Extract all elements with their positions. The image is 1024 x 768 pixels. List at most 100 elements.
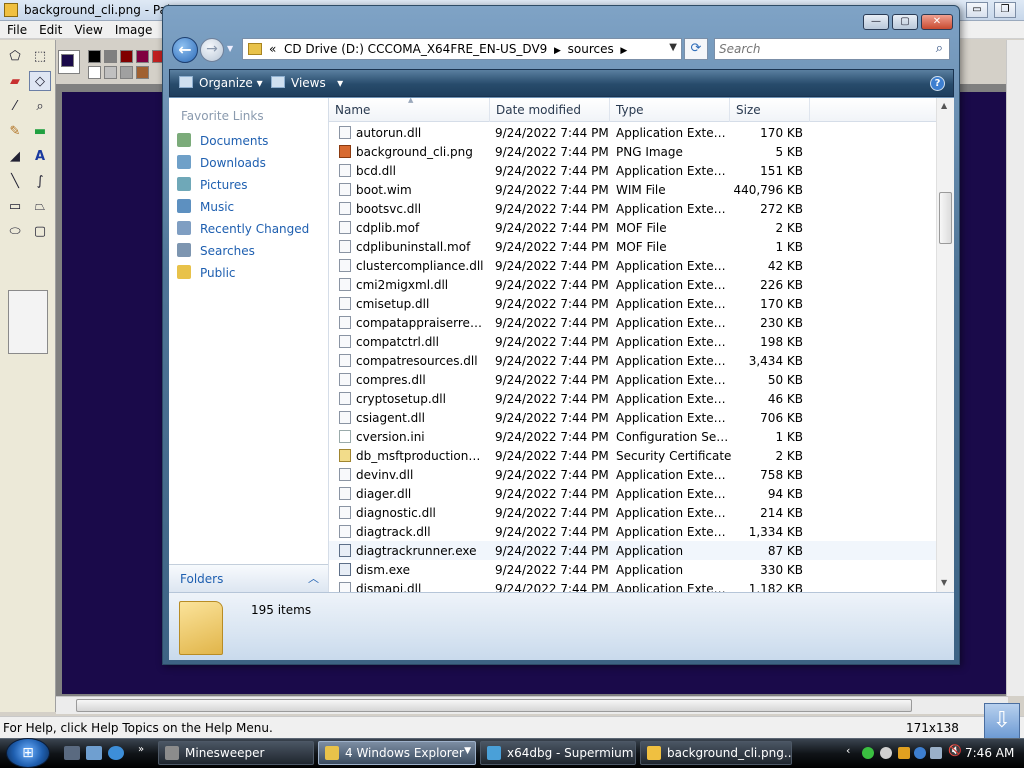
file-row[interactable]: bcd.dll 9/24/2022 7:44 PM Application Exte… — [329, 161, 936, 180]
magnifier-icon[interactable]: ⌕ — [29, 96, 51, 116]
info-icon[interactable] — [914, 747, 926, 759]
file-row[interactable]: compres.dll 9/24/2022 7:44 PM Application … — [329, 370, 936, 389]
line-icon[interactable]: ╲ — [4, 171, 26, 191]
internet-explorer-icon[interactable] — [108, 746, 124, 760]
palette-swatch[interactable] — [120, 50, 133, 63]
palette-swatch[interactable] — [104, 50, 117, 63]
close-button[interactable]: ✕ — [921, 14, 953, 30]
file-list-scroll-thumb[interactable] — [939, 192, 952, 244]
paint-restore-button[interactable]: ❐ — [994, 2, 1016, 18]
volume-muted-icon[interactable]: 🔇 — [948, 744, 962, 757]
airbrush-icon[interactable]: ◢ — [4, 146, 26, 166]
file-row[interactable]: background_cli.png 9/24/2022 7:44 PM PNG I… — [329, 142, 936, 161]
file-row[interactable]: dism.exe 9/24/2022 7:44 PM Application 330 … — [329, 560, 936, 579]
eraser-icon[interactable]: ▰ — [4, 71, 26, 91]
text-tool-icon[interactable]: A — [29, 146, 51, 166]
paint-menu-image[interactable]: Image — [108, 21, 158, 37]
refresh-icon[interactable]: ⟳ — [684, 38, 708, 60]
maximize-button[interactable]: ▢ — [892, 14, 918, 30]
fav-link-pictures[interactable]: Pictures — [177, 177, 327, 197]
column-header-name[interactable]: Name ▲ — [329, 98, 490, 122]
security-shield-icon[interactable] — [898, 747, 910, 759]
file-row[interactable]: csiagent.dll 9/24/2022 7:44 PM Application… — [329, 408, 936, 427]
paint-minimize-button[interactable]: ▭ — [966, 2, 988, 18]
paint-hscroll-thumb[interactable] — [76, 699, 912, 712]
show-desktop-icon[interactable] — [64, 746, 80, 760]
taskbar-button[interactable]: background_cli.png... — [640, 741, 792, 765]
search-input[interactable] — [719, 41, 919, 57]
file-row[interactable]: diagnostic.dll 9/24/2022 7:44 PM Applicati… — [329, 503, 936, 522]
paint-menu-view[interactable]: View — [67, 21, 107, 37]
rounded-rect-icon[interactable]: ▢ — [29, 221, 51, 241]
breadcrumb-drive[interactable]: CD Drive (D:) CCCOMA_X64FRE_EN-US_DV9 — [284, 42, 547, 56]
search-box[interactable]: ⌕ — [714, 38, 950, 60]
file-row[interactable]: cdplib.mof 9/24/2022 7:44 PM MOF File 2 KB — [329, 218, 936, 237]
breadcrumb-separator-icon[interactable]: ▶ — [551, 46, 564, 56]
palette-swatch[interactable] — [88, 66, 101, 79]
breadcrumb-overflow[interactable]: « — [269, 42, 276, 56]
file-row[interactable]: cversion.ini 9/24/2022 7:44 PM Configurati… — [329, 427, 936, 446]
fill-icon[interactable]: ◇ — [29, 71, 51, 91]
file-row[interactable]: compatappraiserresou... 9/24/2022 7:44 PM… — [329, 313, 936, 332]
scroll-down-icon[interactable]: ▼ — [941, 578, 947, 587]
task-group-dropdown-icon[interactable]: ▼ — [464, 746, 471, 756]
folders-toggle[interactable]: Folders ︿ — [169, 564, 328, 592]
file-row[interactable]: boot.wim 9/24/2022 7:44 PM WIM File 440,796… — [329, 180, 936, 199]
organize-button[interactable]: Organize ▾ — [179, 76, 263, 90]
paint-menu-edit[interactable]: Edit — [32, 21, 67, 37]
paint-menu-file[interactable]: File — [0, 21, 32, 37]
palette-swatch[interactable] — [120, 66, 133, 79]
forward-arrow-icon[interactable]: → — [200, 38, 224, 62]
column-header-type[interactable]: Type — [610, 98, 730, 122]
pencil-icon[interactable]: ✎ — [4, 121, 26, 141]
palette-swatch[interactable] — [104, 66, 117, 79]
search-icon[interactable]: ⌕ — [936, 41, 943, 56]
file-row[interactable]: bootsvc.dll 9/24/2022 7:44 PM Application … — [329, 199, 936, 218]
file-row[interactable]: compatctrl.dll 9/24/2022 7:44 PM Applicati… — [329, 332, 936, 351]
file-row[interactable]: diager.dll 9/24/2022 7:44 PM Application E… — [329, 484, 936, 503]
foreground-color-swatch[interactable] — [61, 54, 74, 67]
minimize-button[interactable]: — — [863, 14, 889, 30]
palette-swatch[interactable] — [136, 66, 149, 79]
back-arrow-icon[interactable]: ← — [172, 37, 198, 63]
help-icon[interactable]: ? — [930, 76, 945, 91]
fav-link-downloads[interactable]: Downloads — [177, 155, 327, 175]
fav-link-documents[interactable]: Documents — [177, 133, 327, 153]
fav-link-public[interactable]: Public — [177, 265, 327, 285]
views-button[interactable]: Views ▾ — [271, 76, 343, 90]
rect-select-icon[interactable]: ⬚ — [29, 46, 51, 66]
breadcrumb-separator-icon[interactable]: ▶ — [618, 46, 627, 56]
chevron-up-icon[interactable]: ︿ — [308, 570, 319, 586]
tray-expand-chevron-icon[interactable]: ‹ — [846, 744, 858, 757]
file-row[interactable]: clustercompliance.dll 9/24/2022 7:44 PM Ap… — [329, 256, 936, 275]
file-row[interactable]: cmisetup.dll 9/24/2022 7:44 PM Application… — [329, 294, 936, 313]
paint-horizontal-scrollbar[interactable] — [56, 696, 1008, 714]
file-row[interactable]: autorun.dll 9/24/2022 7:44 PM Application … — [329, 123, 936, 142]
ellipse-icon[interactable]: ⬭ — [4, 221, 26, 241]
column-header-size[interactable]: Size — [730, 98, 810, 122]
scroll-up-icon[interactable]: ▲ — [941, 101, 947, 110]
column-header-date[interactable]: Date modified — [490, 98, 610, 122]
file-row[interactable]: cmi2migxml.dll 9/24/2022 7:44 PM Applicati… — [329, 275, 936, 294]
address-bar[interactable]: « CD Drive (D:) CCCOMA_X64FRE_EN-US_DV9 … — [242, 38, 682, 60]
taskbar-button[interactable]: Minesweeper — [158, 741, 314, 765]
file-row[interactable]: devinv.dll 9/24/2022 7:44 PM Application E… — [329, 465, 936, 484]
taskbar-button[interactable]: x64dbg - Supermium — [480, 741, 636, 765]
quick-launch-chevron-icon[interactable]: » — [138, 744, 154, 758]
recent-pages-chevron-icon[interactable]: ▼ — [227, 44, 237, 56]
tool-options-box[interactable] — [8, 290, 48, 354]
paint-vertical-scrollbar[interactable] — [1006, 40, 1024, 696]
palette-swatch[interactable] — [88, 50, 101, 63]
switch-windows-icon[interactable] — [86, 746, 102, 760]
color-picker-icon[interactable]: ⁄ — [4, 96, 26, 116]
fav-link-searches[interactable]: Searches — [177, 243, 327, 263]
download-arrow-icon[interactable]: ⇩ — [984, 703, 1020, 739]
breadcrumb-sources[interactable]: sources — [568, 42, 614, 56]
fav-link-recently-changed[interactable]: Recently Changed — [177, 221, 327, 241]
file-row[interactable]: cdplibuninstall.mof 9/24/2022 7:44 PM MOF … — [329, 237, 936, 256]
curve-icon[interactable]: ∫ — [29, 171, 51, 191]
taskbar-clock[interactable]: 7:46 AM — [965, 746, 1014, 760]
polygon-icon[interactable]: ⏢ — [29, 196, 51, 216]
file-row[interactable]: dismapi.dll 9/24/2022 7:44 PM Application … — [329, 579, 936, 592]
file-list-scrollbar[interactable]: ▲ ▼ — [936, 98, 954, 592]
